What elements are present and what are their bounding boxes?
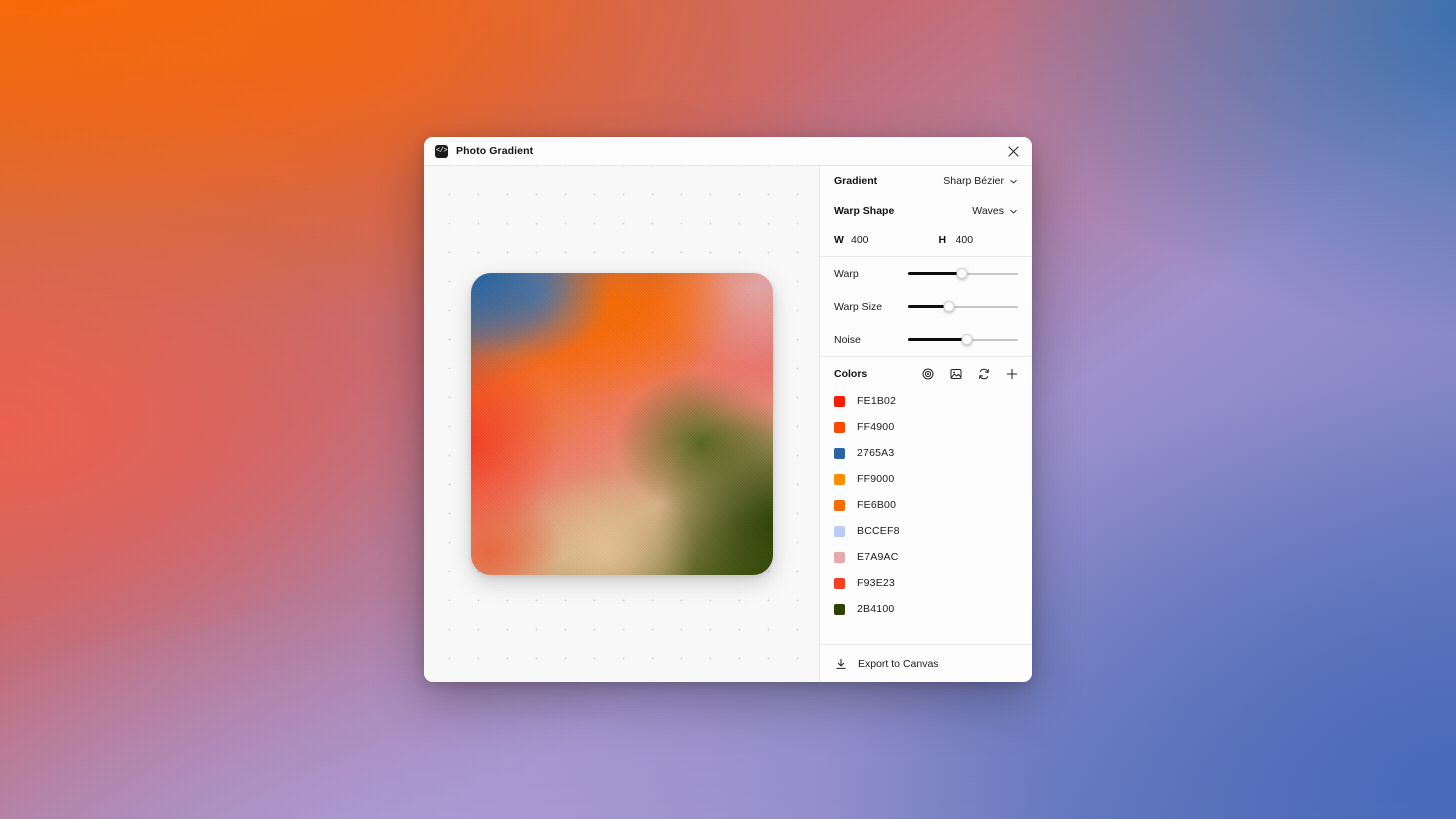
colors-header: Colors <box>834 357 1018 388</box>
warp-shape-row: Warp Shape Waves <box>834 196 1018 226</box>
warp-slider-label: Warp <box>834 268 908 280</box>
settings-panel: Gradient Sharp Bézier Warp Shape Waves <box>820 166 1032 682</box>
warp-slider[interactable] <box>908 267 1018 281</box>
color-swatch[interactable] <box>834 500 845 511</box>
warp-shape-select[interactable]: Waves <box>972 205 1018 217</box>
close-button[interactable] <box>1004 142 1022 160</box>
desktop-background: </> Photo Gradient Gradient <box>0 0 1456 819</box>
color-swatch[interactable] <box>834 474 845 485</box>
width-field[interactable]: W 400 <box>834 234 869 246</box>
slider-thumb[interactable] <box>943 301 954 312</box>
color-swatch[interactable] <box>834 396 845 407</box>
shape-settings-group: Gradient Sharp Bézier Warp Shape Waves <box>820 166 1032 256</box>
plus-icon[interactable] <box>1005 367 1018 380</box>
gradient-select[interactable]: Sharp Bézier <box>943 175 1018 187</box>
color-swatch-row[interactable]: FE6B00 <box>834 492 1018 518</box>
color-hex-label: 2B4100 <box>857 603 894 615</box>
color-swatch[interactable] <box>834 578 845 589</box>
slider-group: Warp Warp Size <box>820 257 1032 356</box>
colors-actions <box>921 367 1018 380</box>
height-field[interactable]: H 400 <box>939 234 974 246</box>
gradient-preview[interactable] <box>471 273 773 575</box>
noise-slider-label: Noise <box>834 334 908 346</box>
color-hex-label: FE1B02 <box>857 395 896 407</box>
refresh-icon[interactable] <box>977 367 990 380</box>
color-swatch-row[interactable]: BCCEF8 <box>834 518 1018 544</box>
dimension-row: W 400 H 400 <box>834 226 1018 256</box>
download-icon <box>834 657 847 670</box>
width-value[interactable]: 400 <box>851 234 869 246</box>
slider-thumb[interactable] <box>956 268 967 279</box>
noise-slider[interactable] <box>908 333 1018 347</box>
color-swatch-row[interactable]: F93E23 <box>834 570 1018 596</box>
chevron-down-icon <box>1009 177 1018 186</box>
color-swatch-row[interactable]: 2B4100 <box>834 596 1018 622</box>
warp-size-slider[interactable] <box>908 300 1018 314</box>
color-hex-label: FE6B00 <box>857 499 896 511</box>
app-window: </> Photo Gradient Gradient <box>424 137 1032 682</box>
color-swatch-row[interactable]: FF9000 <box>834 466 1018 492</box>
export-label: Export to Canvas <box>858 658 939 670</box>
image-icon[interactable] <box>949 367 962 380</box>
canvas-area[interactable] <box>424 166 820 682</box>
export-to-canvas-button[interactable]: Export to Canvas <box>820 644 1032 682</box>
slider-thumb[interactable] <box>962 334 973 345</box>
code-brackets-icon: </> <box>435 145 448 158</box>
width-label: W <box>834 234 851 246</box>
height-value[interactable]: 400 <box>956 234 974 246</box>
color-swatch[interactable] <box>834 422 845 433</box>
color-swatch[interactable] <box>834 552 845 563</box>
color-swatch[interactable] <box>834 604 845 615</box>
color-swatch-row[interactable]: E7A9AC <box>834 544 1018 570</box>
gradient-value: Sharp Bézier <box>943 175 1004 187</box>
color-hex-label: F93E23 <box>857 577 895 589</box>
warp-shape-label: Warp Shape <box>834 205 894 217</box>
color-hex-label: FF9000 <box>857 473 894 485</box>
color-swatch-list[interactable]: FE1B02 FF4900 2765A3 FF9000 FE6B00 BCCEF8 E7A9… <box>820 388 1032 644</box>
close-icon <box>1008 146 1019 157</box>
warp-size-slider-label: Warp Size <box>834 301 908 313</box>
slider-fill <box>908 338 967 341</box>
slider-fill <box>908 272 962 275</box>
warp-size-slider-row: Warp Size <box>834 290 1018 323</box>
gradient-row: Gradient Sharp Bézier <box>834 166 1018 196</box>
color-swatch-row[interactable]: FE1B02 <box>834 388 1018 414</box>
window-body: Gradient Sharp Bézier Warp Shape Waves <box>424 166 1032 682</box>
color-hex-label: FF4900 <box>857 421 894 433</box>
color-swatch-row[interactable]: FF4900 <box>834 414 1018 440</box>
window-titlebar: </> Photo Gradient <box>424 137 1032 166</box>
color-swatch[interactable] <box>834 448 845 459</box>
eyedropper-target-icon[interactable] <box>921 367 934 380</box>
height-label: H <box>939 234 956 246</box>
gradient-label: Gradient <box>834 175 877 187</box>
colors-title: Colors <box>834 368 867 380</box>
chevron-down-icon <box>1009 207 1018 216</box>
noise-slider-row: Noise <box>834 323 1018 356</box>
color-swatch[interactable] <box>834 526 845 537</box>
color-swatch-row[interactable]: 2765A3 <box>834 440 1018 466</box>
color-hex-label: 2765A3 <box>857 447 894 459</box>
colors-header-section: Colors <box>820 357 1032 388</box>
color-hex-label: E7A9AC <box>857 551 898 563</box>
warp-shape-value: Waves <box>972 205 1004 217</box>
warp-slider-row: Warp <box>834 257 1018 290</box>
color-hex-label: BCCEF8 <box>857 525 900 537</box>
window-title: Photo Gradient <box>456 145 533 157</box>
